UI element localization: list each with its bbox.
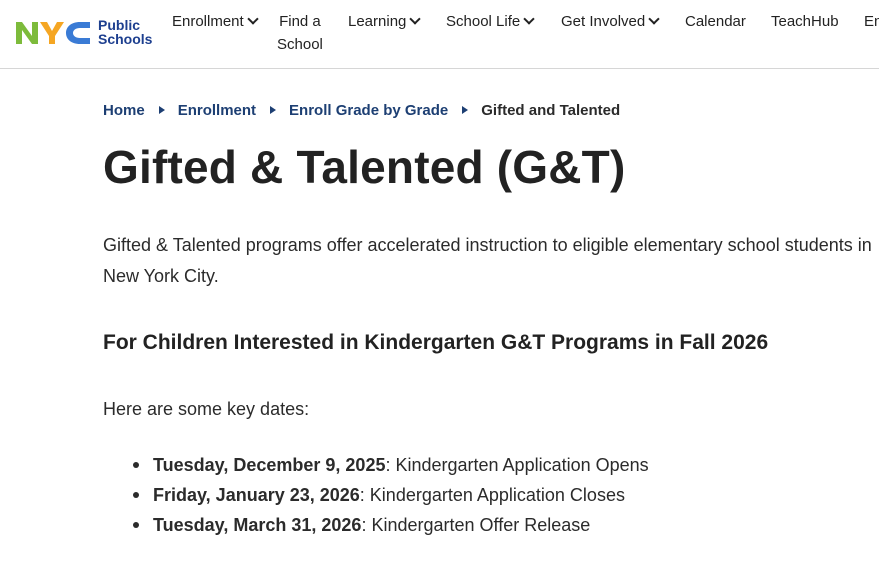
bullet-icon (133, 462, 139, 468)
nav-learning-label: Learning (348, 13, 407, 30)
nav-find-a-school[interactable]: Find a School (277, 10, 323, 56)
logo-line-schools: Schools (98, 31, 153, 47)
nav-school-life-label: School Life (446, 13, 521, 30)
key-date-item: Tuesday, March 31, 2026: Kindergarten Of… (133, 510, 873, 540)
key-date-event: : Kindergarten Offer Release (361, 515, 591, 535)
key-date-event: : Kindergarten Application Opens (385, 455, 649, 475)
intro-paragraph: Gifted & Talented programs offer acceler… (103, 235, 872, 286)
bullet-icon (133, 522, 139, 528)
site-header: Public Schools Enrollment Find a School … (0, 0, 879, 69)
breadcrumb-enroll-grade-by-grade[interactable]: Enroll Grade by Grade (289, 102, 448, 119)
nav-get-involved-label: Get Involved (561, 13, 646, 30)
nav-truncated-item-label: En (864, 13, 879, 30)
nav-find-a-school-line1: Find a (279, 13, 321, 30)
breadcrumb-home[interactable]: Home (103, 102, 145, 119)
breadcrumb-enrollment[interactable]: Enrollment (178, 102, 256, 119)
key-dates-list: Tuesday, December 9, 2025: Kindergarten … (103, 450, 873, 540)
section-heading: For Children Interested in Kindergarten … (103, 331, 769, 354)
chevron-down-icon (247, 13, 259, 25)
chevron-down-icon (409, 13, 422, 25)
logo-line-public: Public (98, 17, 141, 33)
key-dates-intro: Here are some key dates: (103, 399, 310, 419)
key-date-event: : Kindergarten Application Closes (359, 485, 625, 505)
nav-learning[interactable]: Learning (348, 10, 422, 33)
nav-teachhub-label: TeachHub (771, 13, 839, 30)
nav-calendar[interactable]: Calendar (685, 10, 746, 33)
bullet-icon (133, 492, 139, 498)
breadcrumb-current: Gifted and Talented (481, 101, 621, 119)
nav-school-life[interactable]: School Life (446, 10, 535, 33)
nav-enrollment-label: Enrollment (172, 13, 244, 30)
breadcrumb: Home Enrollment Enroll Grade by Grade Gi… (103, 90, 873, 130)
key-date-date: Tuesday, March 31, 2026 (153, 515, 362, 535)
key-date-item: Friday, January 23, 2026: Kindergarten A… (133, 480, 873, 510)
nyc-public-schools-logo[interactable]: Public Schools (14, 18, 152, 46)
nav-truncated-item[interactable]: En (864, 10, 879, 33)
main-content: Home Enrollment Enroll Grade by Grade Gi… (103, 90, 873, 540)
nav-find-a-school-line2: School (277, 36, 323, 53)
key-date-date: Tuesday, December 9, 2025 (153, 455, 386, 475)
chevron-down-icon (523, 13, 535, 25)
nav-teachhub[interactable]: TeachHub (771, 10, 839, 33)
nyc-logo-icon (16, 22, 90, 44)
nav-calendar-label: Calendar (685, 13, 746, 30)
nav-get-involved[interactable]: Get Involved (561, 10, 660, 33)
breadcrumb-arrow-icon (270, 106, 277, 114)
key-date-date: Friday, January 23, 2026 (153, 485, 360, 505)
breadcrumb-arrow-icon (462, 106, 469, 114)
chevron-down-icon (648, 13, 660, 25)
nav-enrollment[interactable]: Enrollment (172, 10, 259, 33)
page-title: Gifted & Talented (G&T) (103, 141, 626, 193)
breadcrumb-arrow-icon (158, 106, 165, 114)
key-date-item: Tuesday, December 9, 2025: Kindergarten … (133, 450, 873, 480)
